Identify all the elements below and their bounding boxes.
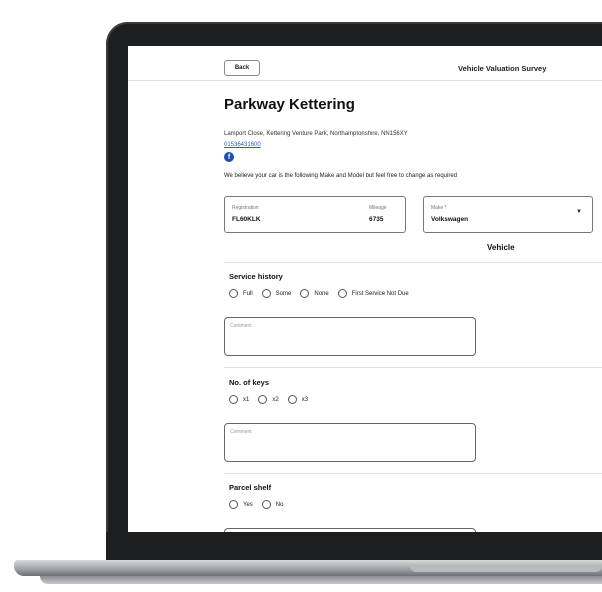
registration-value: FL60KLK xyxy=(232,216,261,223)
divider xyxy=(224,367,602,368)
make-label: Make * xyxy=(431,205,447,211)
dealer-address: Lamport Close, Kettering Venture Park, N… xyxy=(224,131,408,137)
radio-x1[interactable]: x1 xyxy=(229,395,249,404)
divider xyxy=(224,262,602,263)
radio-circle[interactable] xyxy=(261,500,271,509)
keys-options: x1 x2 x3 xyxy=(229,395,317,404)
radio-circle[interactable] xyxy=(287,395,297,404)
laptop-notch xyxy=(410,566,602,572)
divider xyxy=(224,473,602,474)
radio-circle[interactable] xyxy=(229,500,238,509)
radio-label: x1 xyxy=(243,396,250,403)
service-history-title: Service history xyxy=(229,272,283,281)
laptop-screen: Back Vehicle Valuation Survey Parkway Ke… xyxy=(128,46,602,532)
radio-x2[interactable]: x2 xyxy=(258,395,279,404)
chevron-down-icon[interactable]: ▼ xyxy=(576,209,582,215)
parcel-shelf-title: Parcel shelf xyxy=(229,483,272,492)
radio-label: First Service Not Due xyxy=(351,290,409,297)
dealer-phone-link[interactable]: 01536431600 xyxy=(224,142,261,148)
top-bar: Back Vehicle Valuation Survey xyxy=(128,46,602,81)
radio-circle[interactable] xyxy=(261,289,271,298)
vehicle-section-heading: Vehicle xyxy=(487,243,515,252)
radio-label: x3 xyxy=(301,396,309,403)
comment-placeholder: Comment xyxy=(230,429,252,435)
radio-circle[interactable] xyxy=(300,289,310,298)
facebook-icon[interactable]: f xyxy=(224,152,234,162)
service-history-comment-input[interactable]: Comment xyxy=(224,317,476,356)
radio-circle[interactable] xyxy=(229,289,238,298)
radio-label: Full xyxy=(243,290,253,297)
radio-label: Yes xyxy=(243,501,253,508)
radio-first-service-not-due[interactable]: First Service Not Due xyxy=(337,289,409,298)
radio-label: None xyxy=(314,290,329,297)
radio-label: x2 xyxy=(272,396,279,403)
service-history-options: Full Some None First Service Not Due xyxy=(229,289,418,298)
dealer-name: Parkway Kettering xyxy=(224,96,355,113)
make-select[interactable]: Make * Volkswagen ▼ xyxy=(423,196,593,233)
radio-x3[interactable]: x3 xyxy=(287,395,309,404)
keys-title: No. of keys xyxy=(229,378,270,387)
radio-no[interactable]: No xyxy=(261,500,284,509)
parcel-shelf-options: Yes No xyxy=(229,500,292,509)
radio-circle[interactable] xyxy=(229,395,238,404)
mileage-value: 6735 xyxy=(369,216,384,223)
registration-mileage-field[interactable]: Registration FL60KLK Mileage 6735 xyxy=(224,196,406,233)
survey-title: Vehicle Valuation Survey xyxy=(458,64,547,73)
parcel-shelf-comment-input[interactable] xyxy=(224,528,476,532)
radio-some[interactable]: Some xyxy=(261,289,292,298)
radio-none[interactable]: None xyxy=(300,289,329,298)
radio-yes[interactable]: Yes xyxy=(229,500,253,509)
radio-circle[interactable] xyxy=(337,289,347,298)
comment-placeholder: Comment xyxy=(230,323,252,329)
radio-label: Some xyxy=(275,290,292,297)
make-value: Volkswagen xyxy=(431,216,469,223)
laptop-base-edge xyxy=(40,576,602,584)
registration-label: Registration xyxy=(232,205,259,211)
intro-text: We believe your car is the following Mak… xyxy=(224,173,458,179)
radio-label: No xyxy=(275,501,284,508)
mileage-label: Mileage xyxy=(369,205,387,211)
back-button[interactable]: Back xyxy=(224,60,260,76)
keys-comment-input[interactable]: Comment xyxy=(224,423,476,462)
radio-circle[interactable] xyxy=(258,395,268,404)
radio-full[interactable]: Full xyxy=(229,289,253,298)
